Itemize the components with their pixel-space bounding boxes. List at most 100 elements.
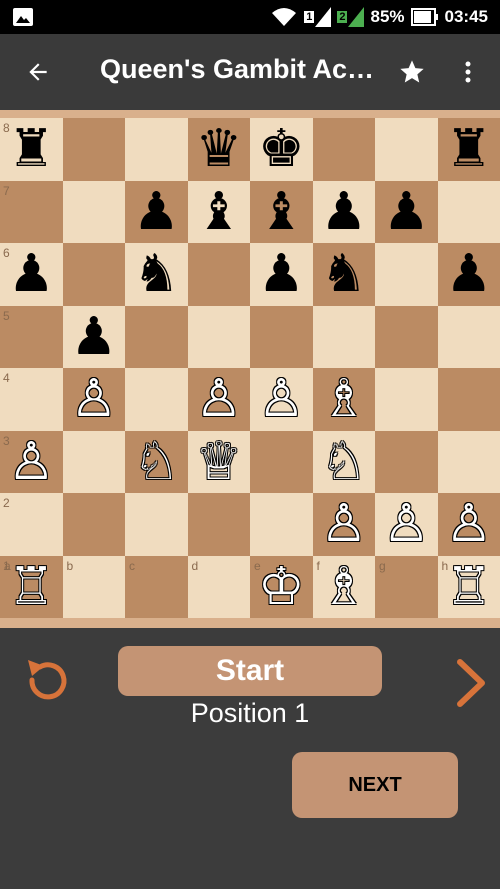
square-b3[interactable] xyxy=(62,430,125,493)
square-f5[interactable] xyxy=(312,305,375,368)
square-g8[interactable] xyxy=(375,118,438,181)
square-b2[interactable] xyxy=(62,493,125,556)
square-a8[interactable]: 8 ♜ xyxy=(0,118,63,181)
chess-piece-icon[interactable]: ♙ xyxy=(383,498,430,550)
chess-piece-icon[interactable]: ♗ xyxy=(320,373,367,425)
square-e3[interactable] xyxy=(250,430,313,493)
chess-piece-icon[interactable]: ♜ xyxy=(445,123,492,175)
square-c7[interactable]: ♟ xyxy=(125,180,188,243)
square-h7[interactable] xyxy=(437,180,500,243)
square-c8[interactable] xyxy=(125,118,188,181)
square-d8[interactable]: ♛ xyxy=(187,118,250,181)
next-arrow-button[interactable] xyxy=(452,656,490,710)
chess-piece-icon[interactable]: ♙ xyxy=(445,498,492,550)
square-b5[interactable]: ♟ xyxy=(62,305,125,368)
chess-piece-icon[interactable]: ♟ xyxy=(258,248,305,300)
favorite-button[interactable] xyxy=(392,52,432,92)
square-g3[interactable] xyxy=(375,430,438,493)
chess-piece-icon[interactable]: ♙ xyxy=(258,373,305,425)
square-d7[interactable]: ♝ xyxy=(187,180,250,243)
square-c5[interactable] xyxy=(125,305,188,368)
square-b7[interactable] xyxy=(62,180,125,243)
square-b1[interactable]: b xyxy=(62,555,125,618)
square-f7[interactable]: ♟ xyxy=(312,180,375,243)
square-d5[interactable] xyxy=(187,305,250,368)
square-d3[interactable]: ♕ xyxy=(187,430,250,493)
square-a3[interactable]: 3 ♙ xyxy=(0,430,63,493)
chess-piece-icon[interactable]: ♟ xyxy=(445,248,492,300)
chess-piece-icon[interactable]: ♛ xyxy=(195,123,242,175)
square-h8[interactable]: ♜ xyxy=(437,118,500,181)
square-f4[interactable]: ♗ xyxy=(312,368,375,431)
next-button[interactable]: NEXT xyxy=(292,752,458,818)
square-f2[interactable]: ♙ xyxy=(312,493,375,556)
square-g2[interactable]: ♙ xyxy=(375,493,438,556)
square-h4[interactable] xyxy=(437,368,500,431)
square-f3[interactable]: ♘ xyxy=(312,430,375,493)
square-c2[interactable] xyxy=(125,493,188,556)
square-a2[interactable]: 2 xyxy=(0,493,63,556)
chess-piece-icon[interactable]: ♟ xyxy=(8,248,55,300)
square-d6[interactable] xyxy=(187,243,250,306)
square-a7[interactable]: 7 xyxy=(0,180,63,243)
square-a5[interactable]: 5 xyxy=(0,305,63,368)
square-d2[interactable] xyxy=(187,493,250,556)
square-e7[interactable]: ♝ xyxy=(250,180,313,243)
square-g7[interactable]: ♟ xyxy=(375,180,438,243)
chess-piece-icon[interactable]: ♘ xyxy=(320,436,367,488)
square-h2[interactable]: ♙ xyxy=(437,493,500,556)
back-button[interactable] xyxy=(18,52,58,92)
chess-piece-icon[interactable]: ♟ xyxy=(320,186,367,238)
chess-piece-icon[interactable]: ♟ xyxy=(133,186,180,238)
square-a1[interactable]: 1 a ♖ xyxy=(0,555,63,618)
chess-piece-icon[interactable]: ♙ xyxy=(8,436,55,488)
square-h1[interactable]: h ♖ xyxy=(437,555,500,618)
undo-button[interactable] xyxy=(22,656,70,708)
square-d4[interactable]: ♙ xyxy=(187,368,250,431)
square-e5[interactable] xyxy=(250,305,313,368)
square-b4[interactable]: ♙ xyxy=(62,368,125,431)
chess-piece-icon[interactable]: ♟ xyxy=(70,311,117,363)
square-d1[interactable]: d xyxy=(187,555,250,618)
chess-piece-icon[interactable]: ♕ xyxy=(195,436,242,488)
chess-piece-icon[interactable]: ♖ xyxy=(8,561,55,613)
square-e1[interactable]: e ♔ xyxy=(250,555,313,618)
square-g1[interactable]: g xyxy=(375,555,438,618)
chess-piece-icon[interactable]: ♞ xyxy=(320,248,367,300)
square-b6[interactable] xyxy=(62,243,125,306)
chess-piece-icon[interactable]: ♙ xyxy=(320,498,367,550)
start-button[interactable]: Start xyxy=(118,646,382,696)
square-h5[interactable] xyxy=(437,305,500,368)
square-e4[interactable]: ♙ xyxy=(250,368,313,431)
chess-piece-icon[interactable]: ♟ xyxy=(383,186,430,238)
square-b8[interactable] xyxy=(62,118,125,181)
chess-piece-icon[interactable]: ♝ xyxy=(258,186,305,238)
square-g6[interactable] xyxy=(375,243,438,306)
square-a6[interactable]: 6 ♟ xyxy=(0,243,63,306)
square-f8[interactable] xyxy=(312,118,375,181)
square-c3[interactable]: ♘ xyxy=(125,430,188,493)
chess-piece-icon[interactable]: ♚ xyxy=(258,123,305,175)
square-h6[interactable]: ♟ xyxy=(437,243,500,306)
chess-piece-icon[interactable]: ♗ xyxy=(320,561,367,613)
square-g5[interactable] xyxy=(375,305,438,368)
overflow-menu-button[interactable] xyxy=(450,52,486,92)
chess-piece-icon[interactable]: ♘ xyxy=(133,436,180,488)
square-e8[interactable]: ♚ xyxy=(250,118,313,181)
square-h3[interactable] xyxy=(437,430,500,493)
chess-piece-icon[interactable]: ♝ xyxy=(195,186,242,238)
chess-piece-icon[interactable]: ♞ xyxy=(133,248,180,300)
square-e6[interactable]: ♟ xyxy=(250,243,313,306)
chess-piece-icon[interactable]: ♙ xyxy=(195,373,242,425)
chess-piece-icon[interactable]: ♙ xyxy=(70,373,117,425)
chess-piece-icon[interactable]: ♔ xyxy=(258,561,305,613)
chess-piece-icon[interactable]: ♖ xyxy=(445,561,492,613)
chess-piece-icon[interactable]: ♜ xyxy=(8,123,55,175)
square-e2[interactable] xyxy=(250,493,313,556)
square-a4[interactable]: 4 xyxy=(0,368,63,431)
square-f6[interactable]: ♞ xyxy=(312,243,375,306)
square-c4[interactable] xyxy=(125,368,188,431)
square-f1[interactable]: f ♗ xyxy=(312,555,375,618)
square-c6[interactable]: ♞ xyxy=(125,243,188,306)
square-g4[interactable] xyxy=(375,368,438,431)
